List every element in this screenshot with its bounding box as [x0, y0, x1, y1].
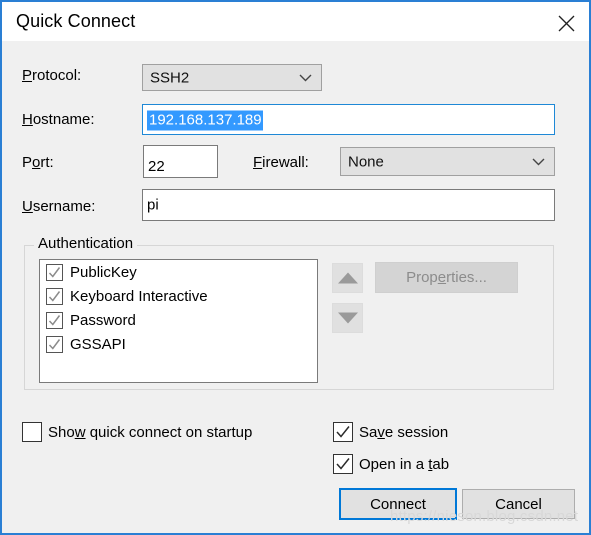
list-item[interactable]: Keyboard Interactive — [40, 284, 317, 308]
triangle-down-icon — [337, 312, 358, 324]
checkmark-icon — [336, 426, 350, 438]
checkmark-icon — [336, 458, 350, 470]
checkbox-keyboard-interactive[interactable] — [46, 287, 63, 305]
list-item-label: GSSAPI — [70, 335, 126, 353]
properties-button[interactable]: Properties... — [375, 262, 518, 293]
port-label: Port: — [22, 154, 54, 171]
open-in-a-tab-checkbox[interactable]: Open in a tab — [333, 454, 449, 474]
authentication-legend: Authentication — [34, 235, 138, 252]
checkbox-box — [333, 422, 353, 442]
connect-button[interactable]: Connect — [339, 488, 457, 520]
protocol-label: Protocol: — [22, 67, 82, 84]
chevron-down-icon — [532, 158, 545, 165]
list-item-label: Password — [70, 311, 136, 329]
checkbox-box — [333, 454, 353, 474]
checkbox-box — [22, 422, 42, 442]
list-item[interactable]: GSSAPI — [40, 332, 317, 356]
authentication-list[interactable]: PublicKey Keyboard Interactive Password — [39, 259, 318, 383]
username-label: Username: — [22, 198, 96, 215]
close-button[interactable] — [543, 2, 589, 40]
checkmark-icon — [48, 338, 61, 350]
firewall-value: None — [348, 153, 384, 170]
firewall-label: Firewall: — [253, 154, 309, 171]
save-session-checkbox[interactable]: Save session — [333, 422, 448, 442]
checkmark-icon — [48, 290, 61, 302]
cancel-button-label: Cancel — [495, 495, 542, 513]
port-value: 22 — [148, 158, 165, 175]
close-icon — [558, 15, 575, 32]
hostname-label: Hostname: — [22, 111, 95, 128]
firewall-select[interactable]: None — [340, 147, 555, 176]
checkbox-password[interactable] — [46, 311, 63, 329]
username-input[interactable]: pi — [142, 189, 555, 221]
move-down-button[interactable] — [332, 303, 363, 333]
quick-connect-dialog: Quick Connect Protocol: SSH2 Hostname: 1… — [0, 0, 591, 535]
protocol-select[interactable]: SSH2 — [142, 64, 322, 91]
triangle-up-icon — [337, 272, 358, 284]
list-item[interactable]: PublicKey — [40, 260, 317, 284]
chevron-down-icon — [299, 74, 312, 81]
open-in-a-tab-label: Open in a tab — [359, 455, 450, 473]
checkmark-icon — [48, 314, 61, 326]
port-input[interactable]: 22 — [143, 145, 218, 178]
list-item-label: Keyboard Interactive — [70, 287, 208, 305]
window-title: Quick Connect — [16, 11, 136, 31]
save-session-label: Save session — [359, 423, 449, 441]
properties-button-label: Properties... — [406, 269, 487, 286]
list-item-label: PublicKey — [70, 263, 137, 281]
username-value: pi — [147, 196, 159, 214]
connect-button-label: Connect — [370, 495, 426, 513]
show-quick-connect-on-startup-checkbox[interactable]: Show quick connect on startup — [22, 422, 252, 442]
cancel-button[interactable]: Cancel — [462, 489, 575, 519]
checkmark-icon — [48, 266, 61, 278]
move-up-button[interactable] — [332, 263, 363, 293]
list-item[interactable]: Password — [40, 308, 317, 332]
show-quick-connect-on-startup-label: Show quick connect on startup — [48, 423, 253, 441]
checkbox-gssapi[interactable] — [46, 335, 63, 353]
title-bar: Quick Connect — [2, 2, 589, 41]
protocol-value: SSH2 — [150, 69, 190, 86]
checkbox-publickey[interactable] — [46, 263, 63, 281]
hostname-value: 192.168.137.189 — [147, 110, 263, 130]
hostname-input[interactable]: 192.168.137.189 — [142, 104, 555, 135]
